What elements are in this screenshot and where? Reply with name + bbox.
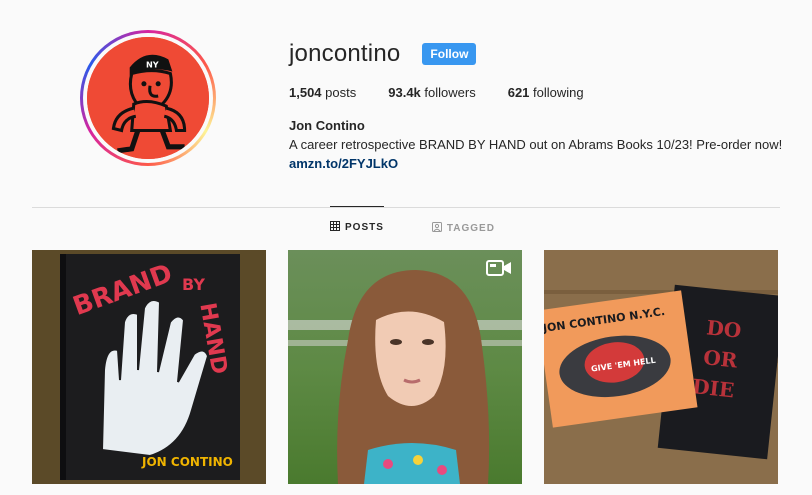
profile-tabs: POSTS TAGGED bbox=[330, 206, 543, 249]
svg-text:NY: NY bbox=[146, 60, 159, 70]
following-count: 621 bbox=[507, 85, 530, 100]
tab-tagged-label: TAGGED bbox=[446, 223, 495, 234]
profile-avatar-ring[interactable]: NY bbox=[80, 30, 216, 166]
full-name: Jon Contino bbox=[289, 118, 365, 133]
stat-followers[interactable]: 93.4k followers bbox=[388, 85, 475, 100]
cover-text-by: BY bbox=[182, 275, 205, 294]
print-text-die: DIE bbox=[691, 374, 735, 402]
bio-text: A career retrospective BRAND BY HAND out… bbox=[289, 137, 783, 152]
bio-link[interactable]: amzn.to/2FYJLkO bbox=[289, 156, 398, 171]
post-3[interactable]: DO OR DIE JON CONTINO N.Y.C. GIVE 'EM HE… bbox=[544, 250, 778, 484]
followers-count: 93.4k bbox=[388, 85, 421, 100]
tab-posts-label: POSTS bbox=[345, 222, 384, 233]
grid-icon bbox=[330, 221, 340, 234]
print-text-or: OR bbox=[702, 345, 739, 372]
stat-following[interactable]: 621 following bbox=[508, 85, 584, 100]
avatar[interactable]: NY bbox=[87, 37, 209, 159]
followers-label: followers bbox=[424, 85, 476, 100]
cover-text-author: JON CONTINO bbox=[141, 455, 233, 469]
username: joncontino bbox=[289, 40, 401, 67]
avatar-illustration: NY bbox=[87, 37, 209, 159]
post-2-image bbox=[288, 250, 522, 484]
video-camera-icon bbox=[486, 258, 512, 278]
following-label: following bbox=[533, 85, 584, 100]
username-row: joncontino Follow bbox=[289, 40, 477, 68]
post-1-image: BRAND BY HAND JON CONTINO bbox=[32, 250, 266, 484]
follow-button[interactable]: Follow bbox=[422, 43, 477, 65]
print-text-do: DO bbox=[705, 315, 742, 343]
post-1[interactable]: BRAND BY HAND JON CONTINO bbox=[32, 250, 266, 484]
tab-tagged[interactable]: TAGGED bbox=[431, 207, 495, 249]
avatar-frame: NY bbox=[83, 33, 213, 163]
post-3-image: DO OR DIE JON CONTINO N.Y.C. GIVE 'EM HE… bbox=[544, 250, 778, 484]
post-2[interactable] bbox=[288, 250, 522, 484]
posts-grid: BRAND BY HAND JON CONTINO DO OR DIE JON … bbox=[32, 250, 778, 484]
stat-posts: 1,504 posts bbox=[289, 85, 356, 100]
posts-count: 1,504 bbox=[289, 85, 322, 100]
posts-label: posts bbox=[325, 85, 357, 100]
profile-stats: 1,504 posts 93.4k followers 621 followin… bbox=[289, 85, 616, 100]
tag-icon bbox=[431, 222, 442, 235]
tab-posts[interactable]: POSTS bbox=[330, 206, 384, 248]
